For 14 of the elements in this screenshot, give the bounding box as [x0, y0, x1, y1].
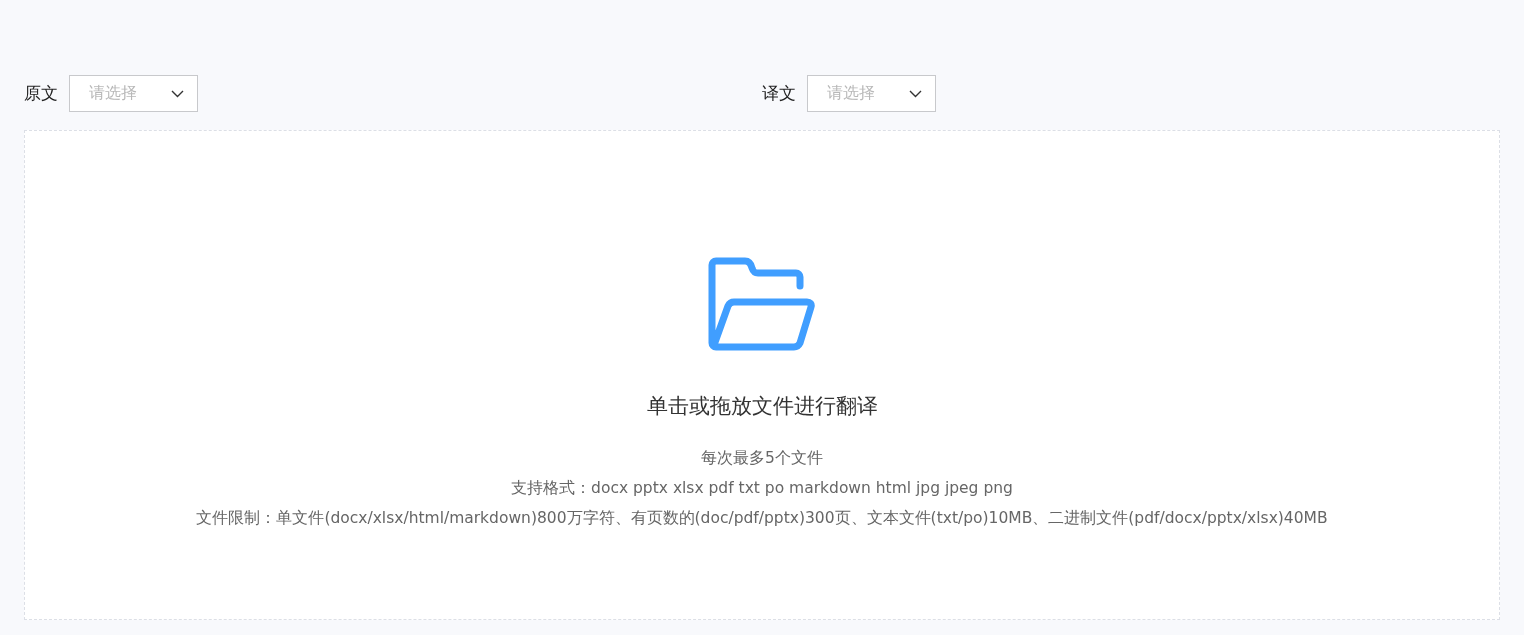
folder-icon	[707, 256, 817, 352]
select-placeholder: 请选择	[827, 83, 875, 104]
upload-note: 每次最多5个文件	[701, 448, 823, 469]
language-select[interactable]: 请选择	[69, 75, 198, 112]
caret-icon	[909, 89, 922, 98]
file-drop-area[interactable]: 单击或拖放文件进行翻译 每次最多5个文件 支持格式：docx pptx xlsx pdf txt po markdown html jpg jpeg png 文件限制：单文件(docx/xlsx/html/markdown)800万字符、有页数的(doc/pdf/pptx)300页、文本文件(txt/po)10MB、二进制文件(pdf/docx/pptx/xlsx)40MB	[24, 130, 1500, 620]
upload-note: 文件限制：单文件(docx/xlsx/html/markdown)800万字符、有页数的(doc/pdf/pptx)300页、文本文件(txt/po)10MB、二进制文件(pdf/docx/pptx/xlsx)40MB	[196, 508, 1328, 529]
upload-note: 支持格式：docx pptx xlsx pdf txt po markdown html jpg jpeg png	[511, 478, 1013, 499]
upload-title: 单击或拖放文件进行翻译	[646, 393, 878, 420]
select-placeholder: 请选择	[89, 83, 137, 104]
language-label: 原文	[24, 82, 58, 105]
caret-icon	[171, 89, 184, 98]
language-label: 译文	[762, 82, 796, 105]
language-select[interactable]: 请选择	[807, 75, 936, 112]
